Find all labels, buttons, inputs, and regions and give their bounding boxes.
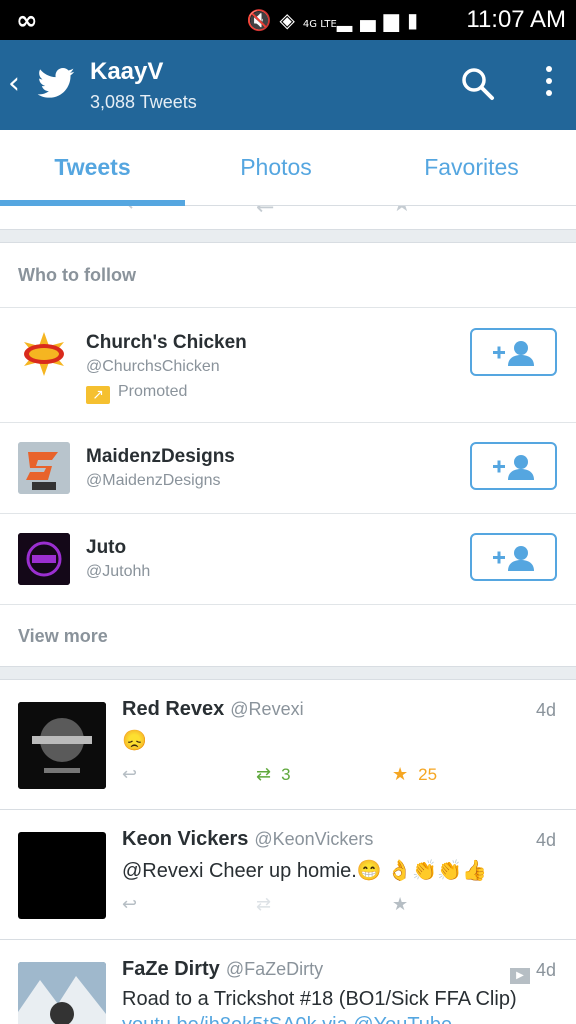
follow-button[interactable]: [470, 442, 557, 490]
faze-dirty-avatar-image: [18, 962, 106, 1024]
promoted-icon: ↗: [86, 386, 110, 404]
user-name[interactable]: Church's Chicken: [86, 332, 247, 354]
who-to-follow-header: Who to follow: [18, 265, 136, 285]
follow-button[interactable]: [470, 533, 557, 581]
author-name: FaZe Dirty: [122, 958, 220, 980]
maidenzdesigns-logo: [18, 442, 70, 494]
media-play-icon: ▶: [509, 968, 530, 984]
tweet-text: Road to a Trickshot #18 (BO1/Sick FFA Cl…: [122, 988, 517, 1010]
twitter-bird-icon[interactable]: [36, 64, 76, 104]
user-handle: @ChurchsChicken: [86, 358, 220, 375]
retweet-icon: ⇄: [256, 206, 274, 217]
avatar[interactable]: [18, 962, 106, 1024]
suggested-user[interactable]: Church's Chicken @ChurchsChicken ↗ Promot…: [0, 308, 576, 422]
author-handle: @FaZeDirty: [225, 959, 324, 979]
add-user-icon: [493, 341, 534, 366]
retweet-button[interactable]: ⇄ 3: [256, 764, 291, 785]
overflow-menu-icon[interactable]: [542, 66, 556, 106]
retweet-icon: ⇄: [256, 764, 272, 785]
wifi-icon: ◈: [279, 8, 303, 32]
tweet-timestamp: 4d: [535, 830, 556, 850]
avatar[interactable]: [18, 328, 70, 380]
user-name[interactable]: Juto: [86, 537, 126, 559]
user-name[interactable]: MaidenzDesigns: [86, 446, 235, 468]
clock: 11:07 AM: [466, 6, 566, 33]
avatar[interactable]: [18, 832, 106, 919]
profile-title: KaayV: [90, 58, 164, 85]
tweet-author[interactable]: FaZe Dirty @FaZeDirty: [122, 958, 323, 981]
promoted-label: ↗ Promoted: [86, 383, 187, 404]
back-icon[interactable]: ‹: [8, 66, 20, 101]
divider: [0, 604, 576, 605]
favorite-icon[interactable]: ★: [392, 894, 408, 915]
reply-icon[interactable]: ↩: [122, 894, 137, 915]
profile-tabs: Tweets Photos Favorites: [0, 130, 576, 206]
tab-favorites[interactable]: Favorites: [367, 130, 576, 206]
author-handle: @KeonVickers: [254, 829, 374, 849]
author-name: Keon Vickers: [122, 828, 249, 850]
user-handle: @Jutohh: [86, 563, 151, 580]
avatar[interactable]: [18, 442, 70, 494]
tweet-timestamp: 4d: [535, 700, 556, 720]
tweet[interactable]: Keon Vickers @KeonVickers 4d @Revexi Chee…: [0, 809, 576, 939]
favorite-icon: ★: [392, 206, 412, 217]
tweet-actions: ↩ ⇄ 3 ★ 25: [122, 764, 562, 794]
tweet-text: 😞: [122, 730, 147, 752]
mute-icon: 🔇: [246, 8, 280, 32]
view-more-link[interactable]: View more: [18, 626, 108, 647]
churchs-chicken-logo: [24, 332, 64, 376]
add-user-icon: [493, 455, 534, 480]
add-user-icon: [493, 546, 534, 571]
retweet-icon[interactable]: ⇄: [256, 894, 271, 915]
suggested-user[interactable]: MaidenzDesigns @MaidenzDesigns: [0, 423, 576, 513]
tab-photos[interactable]: Photos: [185, 130, 367, 206]
follow-button[interactable]: [470, 328, 557, 376]
avatar[interactable]: [18, 533, 70, 585]
favorite-count: 25: [418, 765, 438, 784]
promoted-text: Promoted: [118, 383, 188, 400]
tab-tweets[interactable]: Tweets: [0, 130, 185, 206]
tweet-author[interactable]: Red Revex @Revexi: [122, 698, 304, 721]
who-to-follow-panel: Who to follow Church's Chicken @ChurchsC…: [0, 242, 576, 667]
suggested-user[interactable]: Juto @Jutohh: [0, 514, 576, 604]
favorite-button[interactable]: ★ 25: [392, 764, 437, 785]
reply-icon[interactable]: ↩: [122, 764, 137, 785]
tweet[interactable]: Red Revex @Revexi 4d 😞 ↩ ⇄ 3 ★ 25: [0, 679, 576, 809]
signal-icon: ▂▄▆: [336, 8, 407, 32]
reply-icon: ↩: [126, 206, 144, 217]
retweet-count: 3: [281, 765, 291, 784]
tweet-time-label: 4d: [535, 960, 556, 980]
red-revex-avatar-image: [18, 702, 106, 789]
app-bar: ‹ KaayV 3,088 Tweets: [0, 40, 576, 130]
author-name: Red Revex: [122, 698, 225, 720]
tweet-timestamp: ▶ 4d: [509, 960, 556, 984]
notification-icon: ∞: [16, 6, 38, 36]
scrolled-tweet-remnant: ↩ ⇄ ★: [0, 206, 576, 230]
favorite-icon: ★: [392, 764, 409, 785]
status-bar: ∞ 🔇◈4G LTE▂▄▆▮ 11:07 AM: [0, 0, 576, 40]
tweet-count: 3,088 Tweets: [90, 92, 197, 112]
tweet-text: @Revexi Cheer up homie.😁 👌👏👏👍: [122, 860, 487, 882]
tweet-actions: ↩ ⇄ ★: [122, 894, 562, 924]
juto-logo: [18, 533, 70, 585]
battery-icon: ▮: [406, 8, 426, 32]
tweet-link[interactable]: youtu.be/ih8ok5tSA0k via @YouTube: [122, 1014, 562, 1024]
status-icons: 🔇◈4G LTE▂▄▆▮: [247, 8, 426, 32]
network-label: 4G LTE: [302, 19, 337, 30]
search-icon[interactable]: [460, 66, 496, 102]
avatar[interactable]: [18, 702, 106, 789]
author-handle: @Revexi: [230, 699, 304, 719]
tweet[interactable]: FaZe Dirty @FaZeDirty ▶ 4d Road to a Trick…: [0, 939, 576, 1024]
user-handle: @MaidenzDesigns: [86, 472, 221, 489]
tweet-author[interactable]: Keon Vickers @KeonVickers: [122, 828, 373, 851]
